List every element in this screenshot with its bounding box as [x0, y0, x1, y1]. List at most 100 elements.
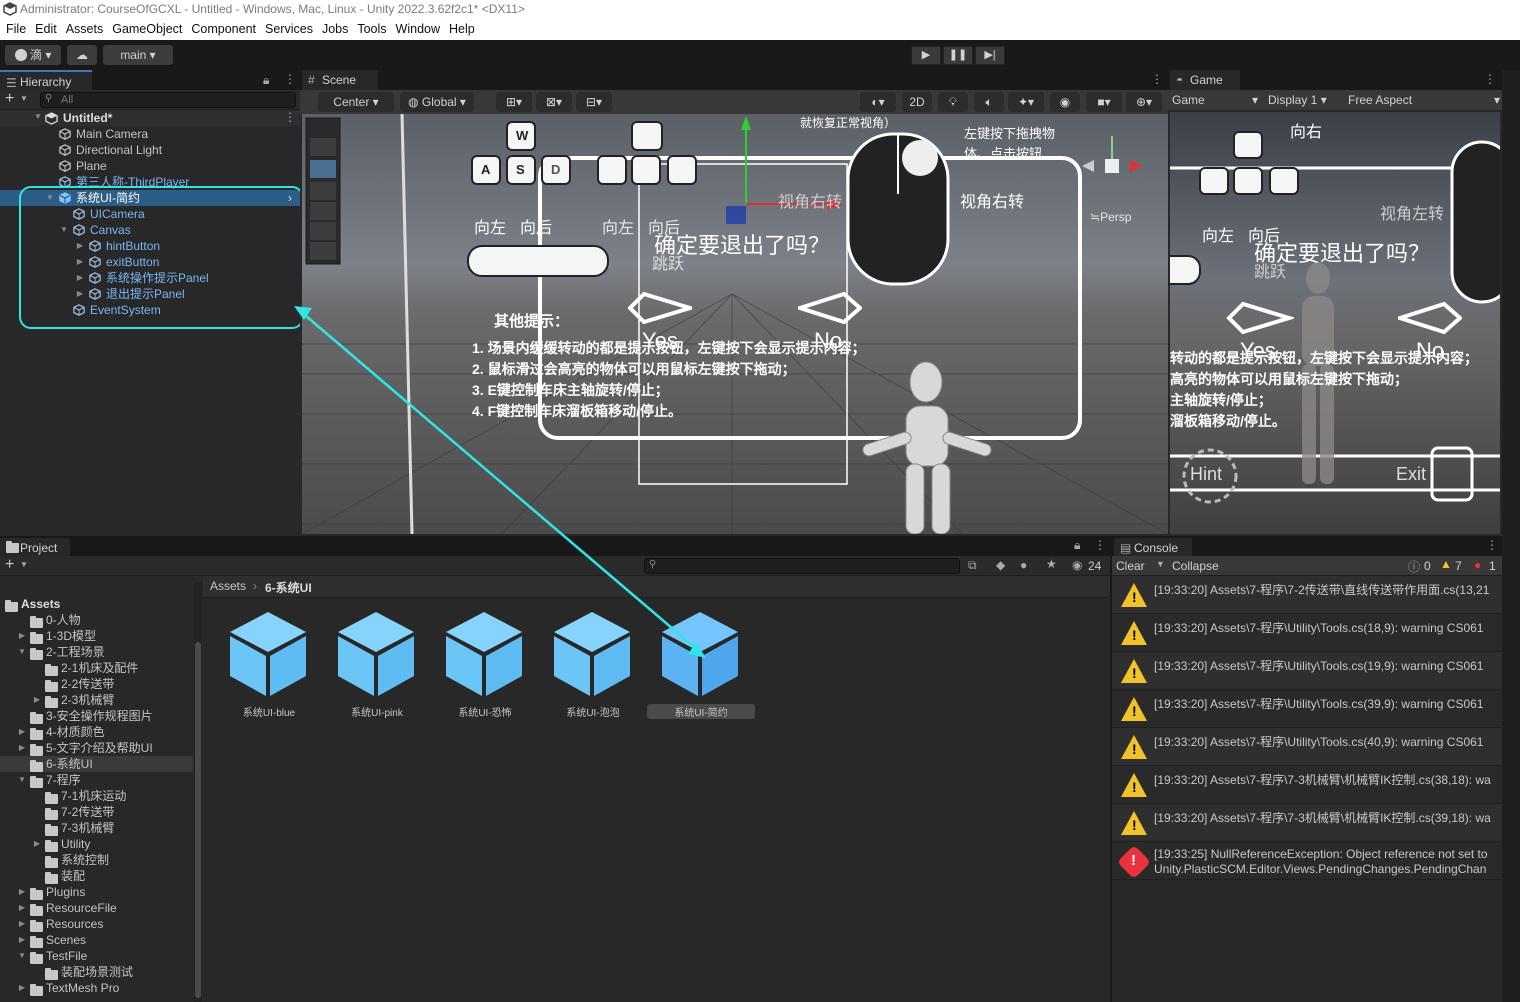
- info-count-icon[interactable]: ⓘ: [1408, 558, 1420, 575]
- scene-viewport[interactable]: W A S D 向左 向后 向左 向后 跳跃 左键按下拖拽物体、点击按钮 就恢复…: [302, 114, 1168, 534]
- error-count-icon[interactable]: ●: [1474, 558, 1481, 572]
- grid-visibility-button[interactable]: ⊟▾: [576, 92, 612, 112]
- menu-window[interactable]: Window: [396, 22, 440, 36]
- more-icon[interactable]: ⋮: [284, 72, 296, 86]
- project-tree-item[interactable]: 装配场景测试: [0, 964, 193, 980]
- menu-gameobject[interactable]: GameObject: [112, 22, 182, 36]
- project-tree-item[interactable]: ▶ Utility: [0, 836, 193, 852]
- asset-item[interactable]: 系统UI-blue: [221, 608, 321, 719]
- asset-item[interactable]: 系统UI-pink: [329, 608, 429, 719]
- camera-dropdown[interactable]: ■▾: [1086, 92, 1122, 112]
- gizmos-dropdown[interactable]: ⊕▾: [1126, 92, 1162, 112]
- shading-mode-button[interactable]: ◐▾: [860, 92, 896, 112]
- project-tree-item[interactable]: 2-2传送带: [0, 676, 193, 692]
- add-icon[interactable]: +: [5, 90, 14, 108]
- collapse-button[interactable]: Collapse: [1172, 559, 1219, 573]
- grid-snap-button[interactable]: ⊞▾: [496, 92, 532, 112]
- project-tree-item[interactable]: ▶ 2-3机械臂: [0, 692, 193, 708]
- console-log-row[interactable]: [19:33:20] Assets\7-程序\7-3机械臂\机械臂IK控制.cs…: [1112, 804, 1504, 842]
- filter-by-type-icon[interactable]: ⧉: [968, 558, 977, 573]
- game-more-icon[interactable]: ⋮: [1484, 72, 1496, 86]
- persp-label[interactable]: ≒Persp: [1090, 210, 1131, 224]
- menu-component[interactable]: Component: [191, 22, 256, 36]
- menu-file[interactable]: File: [6, 22, 26, 36]
- project-tree-item[interactable]: 6-系统UI: [0, 756, 193, 772]
- filter-by-label-icon[interactable]: ◆: [996, 558, 1005, 572]
- console-log-row[interactable]: [19:33:20] Assets\7-程序\Utility\Tools.cs(…: [1112, 614, 1504, 652]
- project-tree-item[interactable]: ▼ 2-工程场景: [0, 644, 193, 660]
- project-tree-item[interactable]: 7-3机械臂: [0, 820, 193, 836]
- tree-expand-arrow-icon[interactable]: ▶: [17, 628, 27, 644]
- hierarchy-item[interactable]: Plane: [0, 158, 300, 174]
- menu-assets[interactable]: Assets: [66, 22, 104, 36]
- branch-dropdown[interactable]: main ▾: [103, 45, 173, 65]
- project-tree-item[interactable]: ▶ Plugins: [0, 884, 193, 900]
- project-tree-item[interactable]: ▶ 5-文字介绍及帮助UI: [0, 740, 193, 756]
- tree-scrollbar[interactable]: [194, 582, 202, 1002]
- project-tree-item[interactable]: 7-2传送带: [0, 804, 193, 820]
- console-log-row[interactable]: [19:33:20] Assets\7-程序\7-2传送带\直线传送带作用面.c…: [1112, 576, 1504, 614]
- aspect-dropdown[interactable]: Free Aspect ▾: [1348, 92, 1502, 108]
- tree-expand-arrow-icon[interactable]: ▶: [17, 932, 27, 948]
- tree-expand-arrow-icon[interactable]: ▼: [17, 644, 27, 660]
- pivot-dropdown[interactable]: Center ▾: [318, 92, 394, 112]
- scene-root-row[interactable]: ▼ Untitled* ⋮: [0, 110, 300, 126]
- breadcrumb-current[interactable]: 6-系统UI: [265, 579, 312, 596]
- clear-dropdown-icon[interactable]: ▼: [1156, 559, 1165, 569]
- project-tree-item[interactable]: 3-安全操作规程图片: [0, 708, 193, 724]
- console-more-icon[interactable]: ⋮: [1486, 538, 1498, 552]
- tab-console[interactable]: ▤ Console: [1114, 538, 1192, 558]
- tab-hierarchy[interactable]: ☰ Hierarchy: [0, 70, 92, 90]
- project-tree-item[interactable]: 2-1机床及配件: [0, 660, 193, 676]
- step-button[interactable]: ▶|: [975, 46, 1005, 65]
- tree-expand-arrow-icon[interactable]: ▶: [17, 724, 27, 740]
- project-tree-item[interactable]: ▶ 4-材质颜色: [0, 724, 193, 740]
- project-tree-item[interactable]: ▶ 1-3D模型: [0, 628, 193, 644]
- project-tree-item[interactable]: ▼ TestFile: [0, 948, 193, 964]
- clear-button[interactable]: Clear: [1116, 559, 1145, 573]
- hierarchy-item[interactable]: Directional Light: [0, 142, 300, 158]
- favorite-star-icon[interactable]: ★: [1046, 557, 1057, 571]
- display-dropdown[interactable]: Display 1 ▾: [1268, 92, 1340, 108]
- asset-item[interactable]: 系统UI-恐怖: [437, 608, 537, 719]
- project-tree-item[interactable]: ▼ Assets: [0, 596, 193, 612]
- account-dropdown[interactable]: 滴 ▾: [5, 45, 61, 65]
- add-dropdown-icon[interactable]: ▼: [20, 94, 28, 103]
- menu-help[interactable]: Help: [449, 22, 475, 36]
- project-tree-item[interactable]: 7-1机床运动: [0, 788, 193, 804]
- menu-services[interactable]: Services: [265, 22, 313, 36]
- project-add-icon[interactable]: +: [5, 556, 14, 574]
- tree-scrollbar-thumb[interactable]: [195, 642, 201, 998]
- hierarchy-search-input[interactable]: ⚲ All: [40, 92, 296, 108]
- space-dropdown[interactable]: ◍ Global ▾: [400, 92, 474, 112]
- console-log-row[interactable]: [19:33:20] Assets\7-程序\Utility\Tools.cs(…: [1112, 652, 1504, 690]
- lighting-toggle[interactable]: 💡︎: [938, 92, 968, 112]
- tab-game[interactable]: ◓ Game: [1170, 70, 1240, 90]
- game-mode-dropdown[interactable]: Game ▾: [1172, 92, 1258, 108]
- console-log-row[interactable]: [19:33:20] Assets\7-程序\Utility\Tools.cs(…: [1112, 728, 1504, 766]
- asset-item[interactable]: 系统UI-简约: [647, 608, 755, 719]
- audio-toggle[interactable]: 🔈︎: [974, 92, 1004, 112]
- tree-expand-arrow-icon[interactable]: ▶: [17, 916, 27, 932]
- play-button[interactable]: ▶: [911, 46, 941, 65]
- tab-scene[interactable]: # Scene: [302, 70, 378, 90]
- effects-dropdown[interactable]: ✦▾: [1008, 92, 1044, 112]
- project-more-icon[interactable]: ⋮: [1094, 538, 1106, 552]
- tree-expand-arrow-icon[interactable]: ▼: [17, 772, 27, 788]
- tree-expand-arrow-icon[interactable]: ▶: [17, 900, 27, 916]
- breadcrumb-assets[interactable]: Assets: [210, 579, 246, 593]
- tree-expand-arrow-icon[interactable]: ▼: [17, 948, 27, 964]
- console-log-row[interactable]: [19:33:20] Assets\7-程序\Utility\Tools.cs(…: [1112, 690, 1504, 728]
- tab-project[interactable]: Project: [0, 538, 70, 558]
- tree-expand-arrow-icon[interactable]: ▶: [32, 836, 42, 852]
- tree-expand-arrow-icon[interactable]: ▼: [0, 596, 2, 612]
- warn-count-icon[interactable]: ▲: [1440, 557, 1452, 571]
- hierarchy-item[interactable]: Main Camera: [0, 126, 300, 142]
- project-lock-icon[interactable]: 🔒︎: [1074, 538, 1080, 553]
- project-tree-item[interactable]: 0-人物: [0, 612, 193, 628]
- project-tree-item[interactable]: ▼ 7-程序: [0, 772, 193, 788]
- project-tree-item[interactable]: 装配: [0, 868, 193, 884]
- tree-expand-arrow-icon[interactable]: ▶: [17, 980, 27, 996]
- 2d-toggle[interactable]: 2D: [902, 92, 932, 112]
- project-tree-item[interactable]: ▶ ResourceFile: [0, 900, 193, 916]
